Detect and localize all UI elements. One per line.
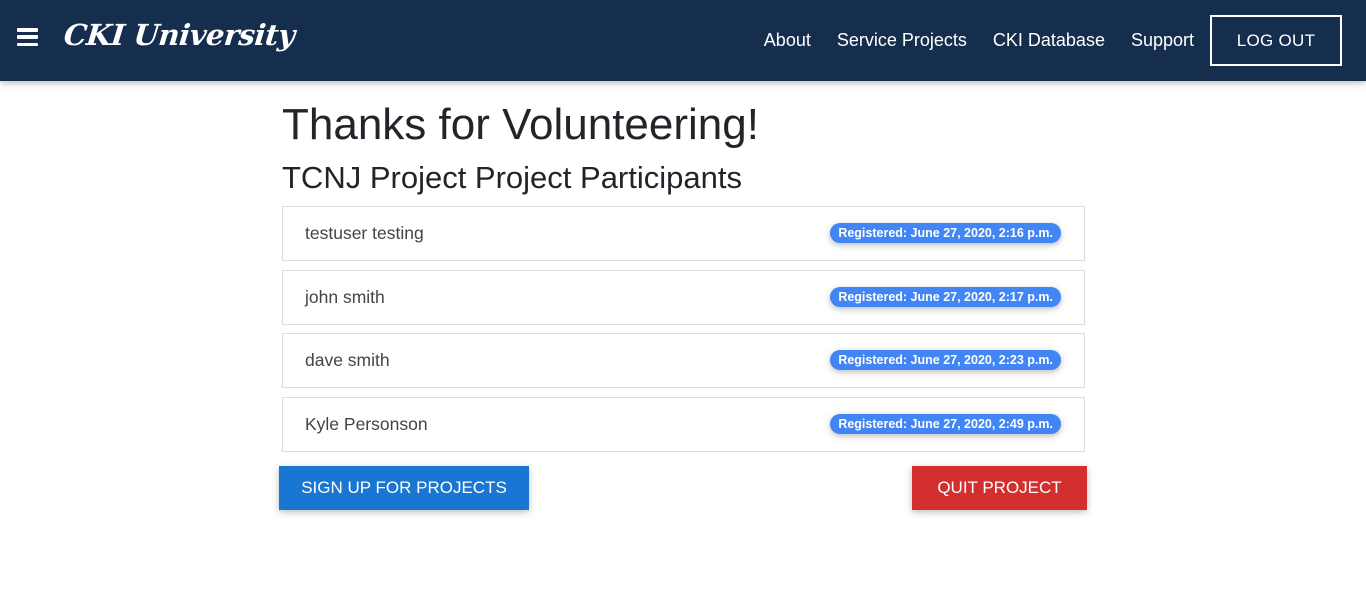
registered-badge: Registered: June 27, 2020, 2:49 p.m.: [830, 413, 1061, 434]
list-item: dave smith Registered: June 27, 2020, 2:…: [282, 333, 1085, 388]
participant-name: john smith: [305, 286, 385, 307]
participant-list: testuser testing Registered: June 27, 20…: [282, 206, 1085, 460]
quit-project-button[interactable]: QUIT PROJECT: [912, 466, 1087, 510]
nav-link-support[interactable]: Support: [1131, 30, 1194, 51]
registered-badge: Registered: June 27, 2020, 2:23 p.m.: [830, 350, 1061, 370]
list-item: john smith Registered: June 27, 2020, 2:…: [282, 269, 1085, 325]
nav-link-cki-database[interactable]: CKI Database: [993, 30, 1105, 51]
hamburger-icon[interactable]: [17, 28, 38, 47]
list-item: Kyle Personson Registered: June 27, 2020…: [282, 396, 1085, 452]
logout-button[interactable]: LOG OUT: [1210, 15, 1342, 66]
sign-up-for-projects-button[interactable]: SIGN UP FOR PROJECTS: [279, 466, 529, 510]
brand-logo[interactable]: CKI University: [62, 18, 296, 52]
participant-name: Kyle Personson: [305, 413, 428, 434]
top-navbar: CKI University About Service Projects CK…: [0, 0, 1366, 81]
registered-badge: Registered: June 27, 2020, 2:17 p.m.: [830, 286, 1061, 307]
participant-name: testuser testing: [305, 223, 424, 243]
nav-links: About Service Projects CKI Database Supp…: [764, 0, 1366, 81]
page-title: Thanks for Volunteering!: [282, 100, 759, 149]
nav-link-about[interactable]: About: [764, 30, 811, 51]
list-item: testuser testing Registered: June 27, 20…: [282, 206, 1085, 261]
participants-heading: TCNJ Project Project Participants: [282, 160, 742, 195]
nav-link-service-projects[interactable]: Service Projects: [837, 30, 967, 51]
registered-badge: Registered: June 27, 2020, 2:16 p.m.: [830, 223, 1061, 243]
participant-name: dave smith: [305, 350, 390, 370]
